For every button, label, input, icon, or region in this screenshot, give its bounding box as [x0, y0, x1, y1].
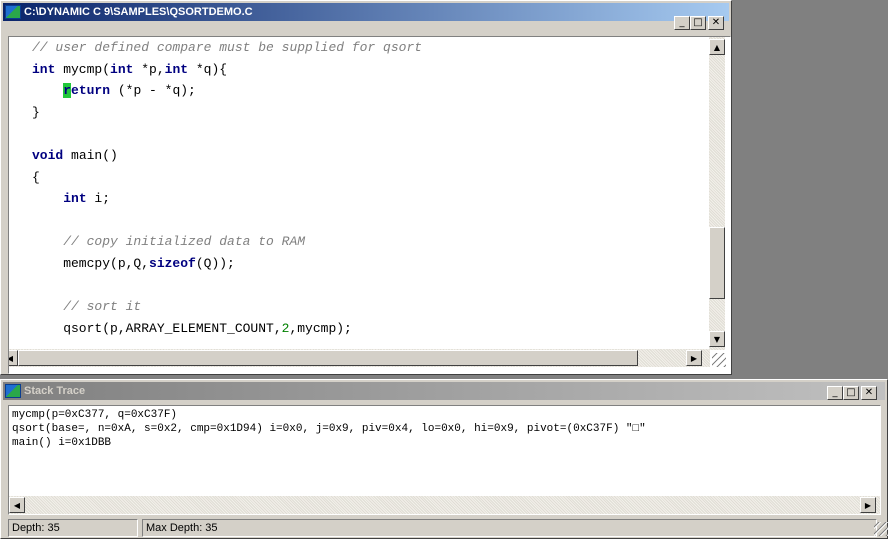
code-token: mycmp(: [55, 61, 111, 77]
vertical-scrollbar[interactable]: ▲ ▼: [709, 37, 725, 350]
vertical-scroll-thumb[interactable]: [709, 227, 725, 299]
code-token: eturn: [71, 83, 111, 99]
minimize-button[interactable]: _: [827, 386, 843, 400]
code-line[interactable]: // sort it: [32, 296, 422, 318]
code-token: main(): [63, 147, 118, 163]
code-token: // user defined compare must be supplied…: [32, 40, 423, 55]
editor-window: C:\DYNAMIC C 9\SAMPLES\QSORTDEMO.C _ □ ✕…: [0, 0, 732, 375]
code-token: int: [164, 61, 189, 77]
stack-frame[interactable]: qsort(base=, n=0xA, s=0x2, cmp=0x1D94) i…: [12, 422, 646, 436]
code-token: qsort(p,ARRAY_ELEMENT_COUNT,: [32, 320, 282, 336]
close-button[interactable]: ✕: [861, 386, 877, 400]
code-token: // copy initialized data to RAM: [63, 234, 306, 250]
code-line[interactable]: int mycmp(int *p,int *q){: [32, 59, 422, 81]
code-token: sizeof: [149, 255, 196, 271]
code-token: // sort it: [63, 299, 142, 315]
stack-trace-text[interactable]: mycmp(p=0xC377, q=0xC37F) qsort(base=, n=…: [12, 408, 646, 450]
code-token: int: [110, 61, 134, 77]
app-icon[interactable]: [5, 384, 21, 398]
code-editor[interactable]: // user defined compare must be supplied…: [8, 36, 731, 374]
scroll-left-button[interactable]: ◀: [9, 497, 25, 513]
stack-trace-list[interactable]: mycmp(p=0xC377, q=0xC37F) qsort(base=, n=…: [8, 405, 881, 515]
horizontal-scrollbar[interactable]: ◀ ▶: [9, 349, 710, 367]
code-line[interactable]: [32, 275, 422, 297]
maximize-button[interactable]: □: [690, 16, 706, 30]
minimize-button[interactable]: _: [674, 16, 690, 30]
scroll-right-button[interactable]: ▶: [860, 497, 876, 513]
code-line[interactable]: memcpy(p,Q,sizeof(Q));: [32, 253, 422, 275]
stack-trace-window-controls: _ □ ✕: [827, 386, 877, 400]
scroll-up-button[interactable]: ▲: [709, 39, 725, 55]
editor-titlebar[interactable]: C:\DYNAMIC C 9\SAMPLES\QSORTDEMO.C: [3, 3, 729, 21]
app-icon[interactable]: [5, 5, 21, 19]
code-line[interactable]: }: [32, 102, 422, 124]
horizontal-scroll-thumb[interactable]: [18, 350, 638, 366]
code-token: *q){: [188, 61, 228, 77]
code-token: {: [32, 169, 40, 185]
code-line[interactable]: {: [32, 167, 422, 189]
code-line[interactable]: void main(): [32, 145, 422, 167]
scroll-down-button[interactable]: ▼: [709, 331, 725, 347]
stack-frame[interactable]: main() i=0x1DBB: [12, 436, 646, 450]
code-token: void: [32, 147, 64, 163]
stack-trace-window: Stack Trace _ □ ✕ mycmp(p=0xC377, q=0xC3…: [0, 379, 888, 539]
code-token: int: [63, 191, 87, 207]
code-token: memcpy(p,Q,: [32, 255, 150, 271]
resize-grip-icon[interactable]: [874, 522, 888, 536]
code-line[interactable]: [32, 123, 422, 145]
maximize-button[interactable]: □: [843, 386, 859, 400]
code-line[interactable]: qsort(p,ARRAY_ELEMENT_COUNT,2,mycmp);: [32, 318, 422, 340]
stack-trace-titlebar[interactable]: Stack Trace: [3, 382, 885, 400]
resize-grip-icon[interactable]: [712, 353, 726, 367]
code-token: r: [63, 83, 72, 99]
scroll-right-button[interactable]: ▶: [686, 350, 702, 366]
close-button[interactable]: ✕: [708, 16, 724, 30]
code-token: (*p - *q);: [110, 83, 196, 99]
editor-window-controls: _ □ ✕: [674, 16, 724, 30]
editor-title: C:\DYNAMIC C 9\SAMPLES\QSORTDEMO.C: [24, 6, 253, 18]
code-line[interactable]: // user defined compare must be supplied…: [32, 37, 422, 59]
code-token: ,mycmp);: [289, 320, 352, 336]
code-token: (Q));: [195, 255, 235, 271]
max-depth-status: Max Depth: 35: [142, 519, 877, 537]
code-token: }: [32, 104, 40, 120]
code-line[interactable]: int i;: [32, 188, 422, 210]
code-token: i;: [86, 191, 111, 207]
code-token: int: [32, 61, 56, 77]
stack-trace-title: Stack Trace: [24, 385, 86, 397]
code-text[interactable]: // user defined compare must be supplied…: [32, 37, 422, 339]
depth-label: Depth: 35: [12, 522, 60, 534]
code-token: *p,: [133, 61, 165, 77]
code-line[interactable]: // copy initialized data to RAM: [32, 231, 422, 253]
max-depth-label: Max Depth: 35: [146, 522, 218, 534]
horizontal-scrollbar[interactable]: ◀ ▶: [9, 496, 880, 514]
code-line[interactable]: [32, 210, 422, 232]
depth-status: Depth: 35: [8, 519, 138, 537]
code-line[interactable]: return (*p - *q);: [32, 80, 422, 102]
stack-frame[interactable]: mycmp(p=0xC377, q=0xC37F): [12, 408, 646, 422]
scroll-left-button[interactable]: ◀: [9, 350, 18, 366]
